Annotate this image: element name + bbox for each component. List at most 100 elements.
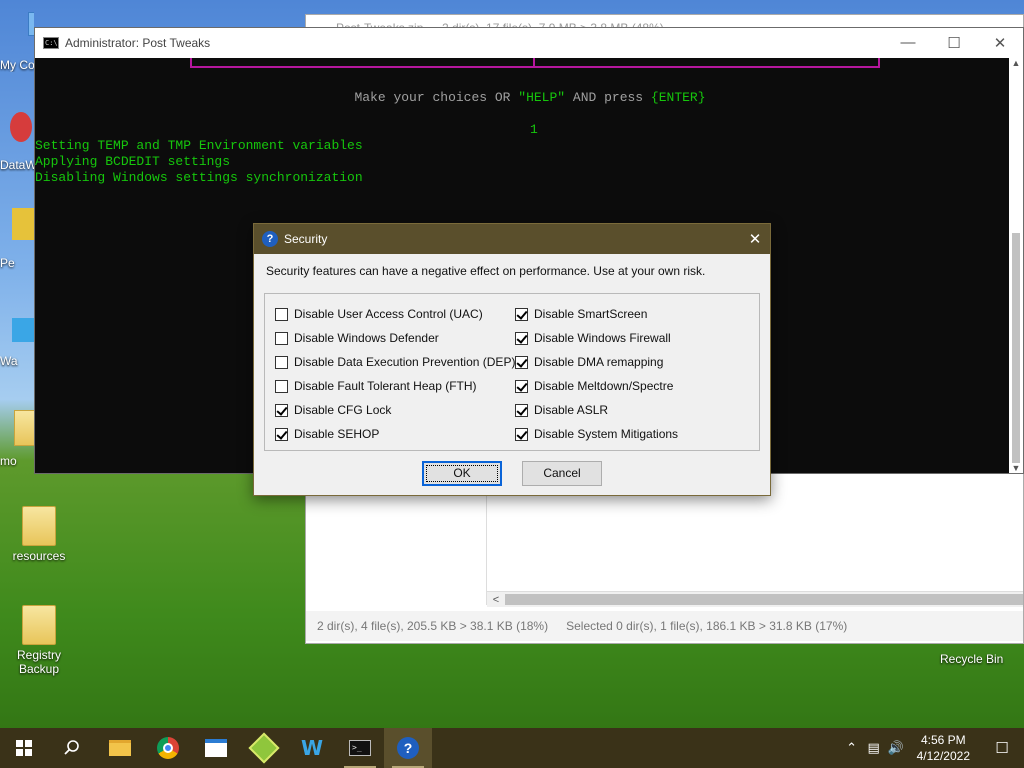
checkbox[interactable]: [515, 331, 528, 345]
scroll-down-icon[interactable]: ▼: [1009, 463, 1023, 473]
file-explorer-button[interactable]: [96, 728, 144, 768]
checkbox[interactable]: [275, 427, 288, 441]
network-icon[interactable]: ▤: [863, 740, 885, 756]
question-icon: ?: [397, 737, 419, 759]
ok-button[interactable]: OK: [422, 461, 502, 486]
folder-icon: [14, 410, 34, 446]
checkbox[interactable]: [275, 331, 288, 345]
window-icon: [205, 739, 227, 757]
option-disable-dep[interactable]: Disable Data Execution Prevention (DEP): [275, 350, 515, 374]
menu-box-border: [190, 58, 880, 68]
clock-date: 4/12/2022: [916, 749, 970, 763]
checkbox[interactable]: [515, 403, 528, 417]
checkbox[interactable]: [515, 379, 528, 393]
console-log: Setting TEMP and TMP Environment variabl…: [35, 138, 363, 186]
question-icon: ?: [262, 231, 278, 247]
archiver-icon: [248, 732, 280, 764]
cancel-button[interactable]: Cancel: [522, 461, 602, 486]
desktop-icon-pe[interactable]: Pe: [0, 206, 34, 274]
checkbox[interactable]: [275, 307, 288, 321]
chrome-button[interactable]: [144, 728, 192, 768]
console-log-line: Setting TEMP and TMP Environment variabl…: [35, 138, 363, 153]
option-disable-firewall[interactable]: Disable Windows Firewall: [515, 326, 678, 350]
checkbox[interactable]: [275, 379, 288, 393]
console-button[interactable]: >_: [336, 728, 384, 768]
option-disable-defender[interactable]: Disable Windows Defender: [275, 326, 515, 350]
maximize-button[interactable]: ☐: [931, 34, 977, 52]
desktop-icon-dataw[interactable]: DataW: [0, 108, 34, 174]
option-disable-smartscreen[interactable]: Disable SmartScreen: [515, 302, 678, 326]
option-disable-system-mitigations[interactable]: Disable System Mitigations: [515, 422, 678, 446]
desktop-icon-label: DataW: [0, 158, 34, 172]
desktop-icon-mo[interactable]: mo: [0, 408, 34, 472]
desktop-icon-label: mo: [0, 454, 17, 468]
scrollbar-thumb[interactable]: [1012, 233, 1020, 463]
desktop-icon-label: Registry Backup: [16, 648, 61, 676]
checkbox[interactable]: [515, 427, 528, 441]
console-titlebar[interactable]: C:\ Administrator: Post Tweaks — ☐ ✕: [35, 28, 1023, 58]
console-scrollbar[interactable]: ▲ ▼: [1009, 58, 1023, 473]
scrollbar-thumb[interactable]: [505, 594, 1023, 605]
minimize-button[interactable]: —: [885, 34, 931, 52]
pane-divider[interactable]: [486, 485, 487, 605]
app-icon: [12, 318, 34, 342]
status-right: Selected 0 dir(s), 1 file(s), 186.1 KB >…: [566, 619, 848, 633]
option-disable-fth[interactable]: Disable Fault Tolerant Heap (FTH): [275, 374, 515, 398]
options-left-column: Disable User Access Control (UAC) Disabl…: [275, 302, 515, 446]
console-choice: 1: [530, 122, 538, 137]
option-disable-cfg-lock[interactable]: Disable CFG Lock: [275, 398, 515, 422]
checkbox[interactable]: [275, 403, 288, 417]
desktop-icon-wa[interactable]: Wa: [0, 316, 34, 372]
scroll-up-icon[interactable]: ▲: [1009, 58, 1023, 68]
desktop-icon-label: My Co: [0, 58, 34, 72]
console-title: Administrator: Post Tweaks: [65, 36, 211, 50]
console-prompt: Make your choices OR "HELP" AND press {E…: [354, 90, 706, 105]
option-disable-aslr[interactable]: Disable ASLR: [515, 398, 678, 422]
option-disable-meltdown-spectre[interactable]: Disable Meltdown/Spectre: [515, 374, 678, 398]
chrome-icon: [157, 737, 179, 759]
status-bar: 2 dir(s), 4 file(s), 205.5 KB > 38.1 KB …: [306, 611, 1023, 641]
chevron-up-icon[interactable]: ⌃: [841, 740, 863, 756]
dialog-title: Security: [284, 232, 328, 246]
window-app-button[interactable]: [192, 728, 240, 768]
desktop-icon-label: Wa: [0, 354, 18, 368]
start-button[interactable]: [0, 728, 48, 768]
checkbox[interactable]: [515, 307, 528, 321]
archiver-button[interactable]: [240, 728, 288, 768]
console-log-line: Applying BCDEDIT settings: [35, 154, 231, 169]
app-icon: [12, 208, 34, 240]
security-dialog-button[interactable]: ?: [384, 728, 432, 768]
dialog-close-button[interactable]: ✕: [740, 230, 770, 248]
desktop-icon-resources[interactable]: resources: [4, 506, 74, 563]
notifications-icon[interactable]: ☐: [980, 739, 1024, 757]
security-dialog[interactable]: ? Security ✕ Security features can have …: [253, 223, 771, 496]
app-icon: [10, 112, 32, 142]
folder-icon: [22, 506, 56, 546]
taskbar: W >_ ? ⌃ ▤ 🔊 4:56 PM 4/12/2022 ☐: [0, 728, 1024, 768]
option-disable-sehop[interactable]: Disable SEHOP: [275, 422, 515, 446]
search-icon: [64, 740, 79, 755]
clock-time: 4:56 PM: [920, 733, 966, 747]
desktop-icon-registry-backup[interactable]: Registry Backup: [4, 605, 74, 676]
dialog-titlebar[interactable]: ? Security ✕: [254, 224, 770, 254]
status-left: 2 dir(s), 4 file(s), 205.5 KB > 38.1 KB …: [317, 619, 549, 633]
clock[interactable]: 4:56 PM 4/12/2022: [907, 732, 980, 764]
chevron-left-icon[interactable]: <: [489, 592, 503, 608]
checkbox[interactable]: [515, 355, 528, 369]
folder-icon: [109, 740, 131, 756]
desktop-icon-my-computer[interactable]: My Co: [0, 10, 34, 74]
option-disable-uac[interactable]: Disable User Access Control (UAC): [275, 302, 515, 326]
search-button[interactable]: [48, 728, 96, 768]
console-icon: C:\: [43, 37, 59, 49]
horizontal-scrollbar[interactable]: <: [487, 591, 1023, 607]
checkbox[interactable]: [275, 355, 288, 369]
desktop-icon-label: resources: [12, 549, 66, 563]
volume-icon[interactable]: 🔊: [885, 740, 907, 756]
recycle-bin-label[interactable]: Recycle Bin: [940, 652, 1003, 666]
options-right-column: Disable SmartScreen Disable Windows Fire…: [515, 302, 678, 446]
windows-icon: [16, 740, 32, 756]
option-disable-dma-remapping[interactable]: Disable DMA remapping: [515, 350, 678, 374]
w-app-button[interactable]: W: [288, 728, 336, 768]
close-button[interactable]: ✕: [977, 34, 1023, 52]
options-group: Disable User Access Control (UAC) Disabl…: [264, 293, 760, 451]
